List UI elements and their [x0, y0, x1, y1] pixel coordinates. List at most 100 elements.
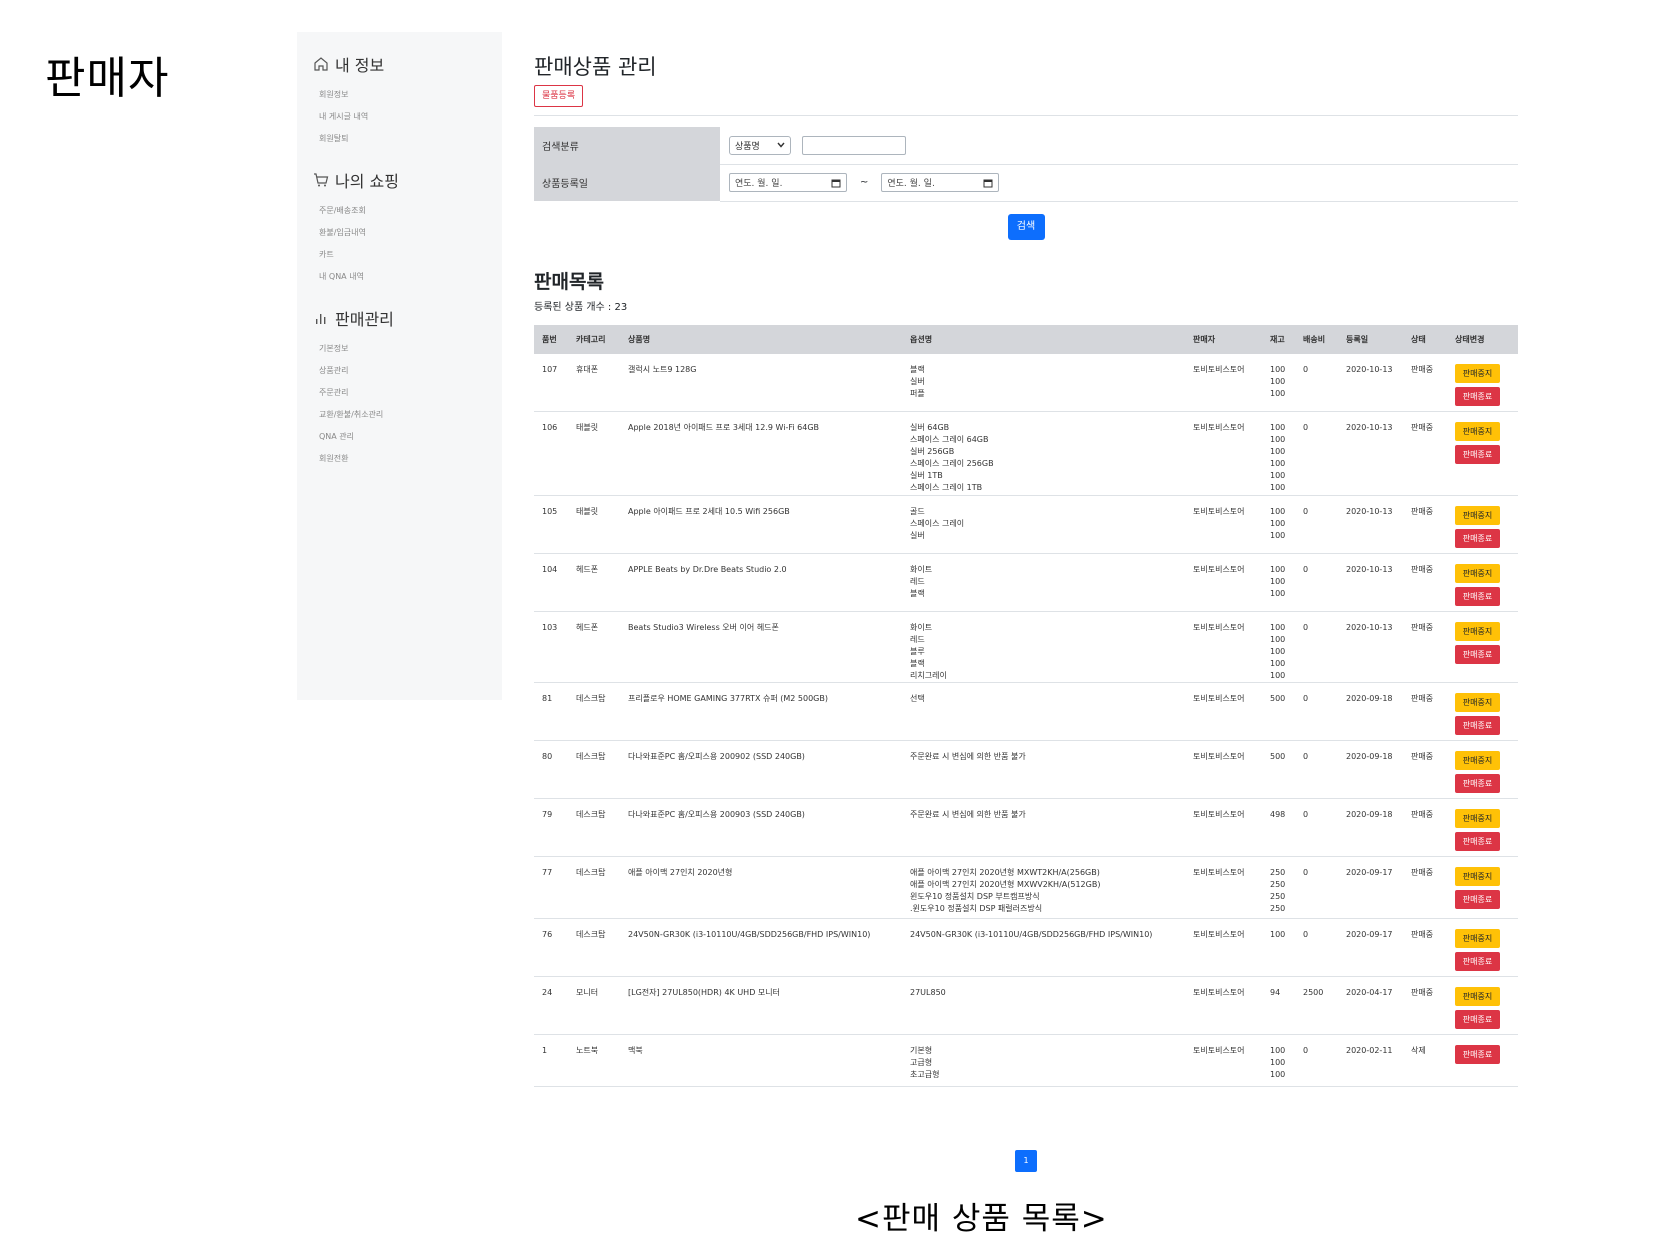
cell-stock-line: 100: [1270, 647, 1286, 656]
cell-options-line: 실버 1TB: [910, 471, 943, 480]
cell-seller: 토비토비스토어: [1185, 798, 1262, 857]
cell-category: 데스크탑: [568, 682, 620, 741]
cell-stock: 100 100 100 100 100 100: [1262, 411, 1295, 496]
stop-sale-button[interactable]: 판매중지: [1455, 564, 1500, 583]
cell-options-line: 블루: [910, 647, 925, 656]
sidebar-item-order-mgmt[interactable]: 주문관리: [297, 382, 502, 404]
cell-stock-line: 100: [1270, 589, 1286, 598]
cell-shipping: 0: [1295, 740, 1338, 799]
cell-status: 판매중: [1403, 856, 1447, 919]
stop-sale-button[interactable]: 판매중지: [1455, 363, 1500, 383]
sidebar-item-product-mgmt[interactable]: 상품관리: [297, 360, 502, 382]
end-sale-button[interactable]: 판매종료: [1455, 952, 1500, 971]
cell-stock-line: 100: [1270, 459, 1286, 468]
sidebar-item-qna-mgmt[interactable]: QNA 관리: [297, 426, 502, 448]
start-date-input[interactable]: 연도. 월. 일.: [729, 173, 847, 192]
calendar-icon[interactable]: [831, 178, 841, 188]
stop-sale-button[interactable]: 판매중지: [1455, 506, 1500, 525]
calendar-icon[interactable]: [983, 178, 993, 188]
end-sale-button[interactable]: 판매종료: [1455, 587, 1500, 606]
cell-category: 태블릿: [568, 411, 620, 496]
register-product-button[interactable]: 물품등록: [534, 85, 584, 107]
cell-seller: 토비토비스토어: [1185, 740, 1262, 799]
cell-options: 화이트 레드 블랙: [902, 553, 1185, 612]
cell-product-id: 106: [534, 411, 568, 496]
cell-product-id: 24: [534, 976, 568, 1035]
cell-options-line: 애플 아이맥 27인치 2020년형 MXWV2KH/A(512GB): [910, 880, 1101, 889]
end-sale-button[interactable]: 판매종료: [1455, 774, 1500, 793]
cell-stock-line: 250: [1270, 880, 1286, 889]
sidebar-item-my-posts[interactable]: 내 게시글 내역: [297, 106, 502, 128]
cell-seller: 토비토비스토어: [1185, 976, 1262, 1035]
sidebar-item-withdraw[interactable]: 회원탈퇴: [297, 128, 502, 150]
cell-options: 기본형 고급형 초고급형: [902, 1034, 1185, 1087]
sidebar-item-member-info[interactable]: 회원정보: [297, 84, 502, 106]
sidebar-heading-my-shopping: 나의 쇼핑: [297, 168, 502, 192]
stop-sale-button[interactable]: 판매중지: [1455, 693, 1500, 712]
end-sale-button[interactable]: 판매종료: [1455, 832, 1500, 851]
cell-options-line: 스페이스 그레이 64GB: [910, 435, 989, 444]
sidebar-item-refunds[interactable]: 환불/입금내역: [297, 222, 502, 244]
cell-product-name: APPLE Beats by Dr.Dre Beats Studio 2.0: [620, 553, 902, 612]
stop-sale-button[interactable]: 판매중지: [1455, 867, 1500, 886]
cell-stock-line: 500: [1270, 752, 1286, 761]
cell-stock-line: 100: [1270, 531, 1286, 540]
cell-options-line: 블랙: [910, 364, 925, 374]
column-header: 재고: [1270, 334, 1285, 344]
search-button[interactable]: 검색: [1007, 213, 1045, 240]
end-sale-button[interactable]: 판매종료: [1455, 386, 1500, 406]
main-content: 판매상품 관리 물품등록 검색분류 상품명 상품등록일 연도. 월. 일. ~: [534, 52, 1518, 1087]
search-keyword-input[interactable]: [802, 135, 907, 155]
cell-date: 2020-09-18: [1338, 798, 1403, 857]
sidebar-item-member-switch[interactable]: 회원전환: [297, 448, 502, 470]
cell-category: 모니터: [568, 976, 620, 1035]
end-sale-button[interactable]: 판매종료: [1455, 1010, 1500, 1029]
pagination-page-1[interactable]: 1: [1015, 1150, 1037, 1172]
end-sale-button[interactable]: 판매종료: [1455, 890, 1500, 909]
end-date-input[interactable]: 연도. 월. 일.: [881, 173, 1000, 192]
page-title: 판매상품 관리: [534, 55, 657, 79]
product-count: 등록된 상품 개수 : 23: [534, 301, 628, 313]
column-header: 상태변경: [1455, 334, 1485, 344]
cell-shipping: 0: [1295, 856, 1338, 919]
sidebar-group-my-info: 내 정보 회원정보 내 게시글 내역 회원탈퇴: [297, 52, 502, 150]
table-row: 79 데스크탑 다나와표준PC 홈/오피스용 200903 (SSD 240GB) 주…: [534, 798, 1518, 857]
cell-options: 실버 64GB 스페이스 그레이 64GB 실버 256GB 스페이스 그레이 256…: [902, 411, 1185, 496]
search-category-label: 검색분류: [534, 127, 720, 164]
end-sale-button[interactable]: 판매종료: [1455, 645, 1500, 664]
sidebar-item-cart[interactable]: 카트: [297, 244, 502, 266]
sidebar-item-my-qna[interactable]: 내 QNA 내역: [297, 266, 502, 288]
stop-sale-button[interactable]: 판매중지: [1455, 809, 1500, 828]
cell-product-name: 맥북: [620, 1034, 902, 1087]
table-row: 105 태블릿 Apple 아이패드 프로 2세대 10.5 Wifi 256GB 골…: [534, 495, 1518, 554]
stop-sale-button[interactable]: 판매중지: [1455, 987, 1500, 1006]
stop-sale-button[interactable]: 판매중지: [1455, 929, 1500, 948]
table-row: 76 데스크탑 24V50N-GR30K (i3-10110U/4GB/SDD256…: [534, 918, 1518, 977]
sidebar-group-my-shopping: 나의 쇼핑 주문/배송조회 환불/입금내역 카트 내 QNA 내역: [297, 168, 502, 288]
stop-sale-button[interactable]: 판매중지: [1455, 622, 1500, 641]
cell-options-line: 27UL850: [910, 988, 946, 997]
cell-seller: 토비토비스토어: [1185, 856, 1262, 919]
stop-sale-button[interactable]: 판매중지: [1455, 422, 1500, 441]
cell-stock-line: 500: [1270, 694, 1286, 703]
stop-sale-button[interactable]: 판매중지: [1455, 751, 1500, 770]
cell-stock-line: 100: [1270, 623, 1286, 632]
cell-status: 판매중: [1403, 798, 1447, 857]
register-date-label: 상품등록일: [534, 164, 720, 201]
cell-product-id: 79: [534, 798, 568, 857]
end-sale-button[interactable]: 판매종료: [1455, 716, 1500, 735]
cell-status: 판매중: [1403, 976, 1447, 1035]
sidebar-item-exchange-mgmt[interactable]: 교환/환불/취소관리: [297, 404, 502, 426]
end-sale-button[interactable]: 판매종료: [1455, 1045, 1500, 1064]
cell-product-name: 다나와표준PC 홈/오피스용 200902 (SSD 240GB): [620, 740, 902, 799]
cell-shipping: 0: [1295, 682, 1338, 741]
sidebar-item-orders[interactable]: 주문/배송조회: [297, 200, 502, 222]
cell-date: 2020-10-13: [1338, 553, 1403, 612]
end-sale-button[interactable]: 판매종료: [1455, 445, 1500, 464]
cell-options-line: 블랙: [910, 659, 925, 668]
search-category-select[interactable]: 상품명: [729, 135, 791, 155]
end-sale-button[interactable]: 판매종료: [1455, 529, 1500, 548]
sidebar-item-basic-info[interactable]: 기본정보: [297, 338, 502, 360]
cell-category: 노트북: [568, 1034, 620, 1087]
cell-options: 화이트 레드 블루 블랙 리치그레이: [902, 611, 1185, 683]
